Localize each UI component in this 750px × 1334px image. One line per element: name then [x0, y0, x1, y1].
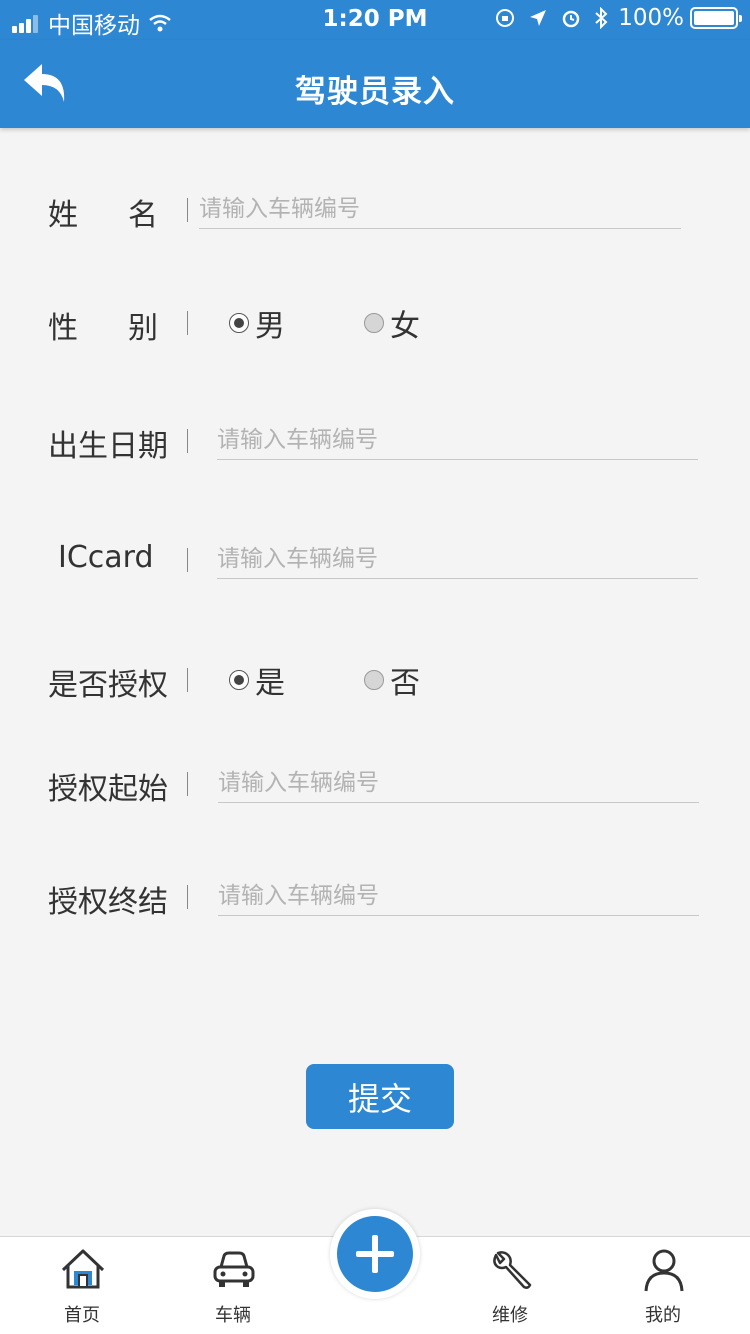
auth-end-row: 授权终结 [0, 861, 750, 931]
tab-vehicles-label: 车辆 [215, 1305, 251, 1326]
separator [187, 198, 188, 222]
plus-icon [356, 1235, 394, 1273]
status-right: 100% [482, 5, 742, 31]
separator [187, 548, 188, 572]
car-icon [211, 1247, 257, 1293]
radio-unchecked-icon [364, 670, 384, 690]
status-bar: 中国移动 1:20 PM 100% [0, 0, 750, 40]
radio-checked-icon [229, 313, 249, 333]
nav-bar: 驾驶员录入 [0, 40, 750, 128]
auth-end-label: 授权终结 [48, 885, 168, 920]
gender-row: 性别 男 女 [0, 287, 750, 357]
separator [187, 311, 188, 335]
authorized-label: 是否授权 [48, 668, 168, 703]
gender-label: 性别 [48, 311, 158, 346]
name-label: 姓名 [48, 198, 158, 233]
gender-option-label: 女 [390, 309, 420, 344]
iccard-row: ICcard [0, 524, 750, 594]
birthdate-input[interactable] [217, 420, 698, 460]
auth-start-input[interactable] [218, 763, 699, 803]
tab-me[interactable]: 我的 [603, 1237, 723, 1334]
location-icon [528, 8, 548, 28]
battery-icon [690, 7, 742, 29]
iccard-input[interactable] [217, 539, 698, 579]
separator [187, 429, 188, 453]
tab-me-label: 我的 [645, 1305, 681, 1326]
tab-home-label: 首页 [64, 1305, 100, 1326]
birthdate-row: 出生日期 [0, 405, 750, 475]
iccard-label: ICcard [58, 540, 154, 575]
gender-option-label: 男 [255, 309, 285, 344]
tab-home[interactable]: 首页 [22, 1237, 142, 1334]
separator [187, 668, 188, 692]
separator [187, 885, 188, 909]
rotation-lock-icon [494, 7, 516, 29]
auth-start-label: 授权起始 [48, 772, 168, 807]
name-row: 姓名 [0, 174, 750, 244]
gender-option-female[interactable]: 女 [364, 301, 420, 345]
name-input[interactable] [199, 189, 681, 229]
add-button-ring [330, 1209, 420, 1299]
submit-button[interactable]: 提交 [306, 1064, 454, 1129]
birthdate-label: 出生日期 [48, 429, 168, 464]
add-button[interactable] [337, 1216, 413, 1292]
page-title: 驾驶员录入 [295, 74, 455, 110]
radio-unchecked-icon [364, 313, 384, 333]
authorized-option-no[interactable]: 否 [364, 658, 420, 702]
radio-checked-icon [229, 670, 249, 690]
wrench-icon [488, 1247, 534, 1293]
bluetooth-icon [594, 7, 608, 29]
separator [187, 772, 188, 796]
tab-vehicles[interactable]: 车辆 [173, 1237, 293, 1334]
tab-repair[interactable]: 维修 [450, 1237, 570, 1334]
battery-percent: 100% [618, 5, 684, 31]
authorized-option-label: 是 [255, 666, 285, 701]
tab-repair-label: 维修 [492, 1305, 528, 1326]
auth-end-input[interactable] [218, 876, 699, 916]
auth-start-row: 授权起始 [0, 748, 750, 818]
user-icon [641, 1247, 687, 1293]
authorized-option-label: 否 [390, 666, 420, 701]
authorized-option-yes[interactable]: 是 [229, 658, 285, 702]
gender-option-male[interactable]: 男 [229, 301, 285, 345]
home-icon [60, 1247, 106, 1293]
authorized-row: 是否授权 是 否 [0, 644, 750, 714]
alarm-icon [560, 7, 582, 29]
